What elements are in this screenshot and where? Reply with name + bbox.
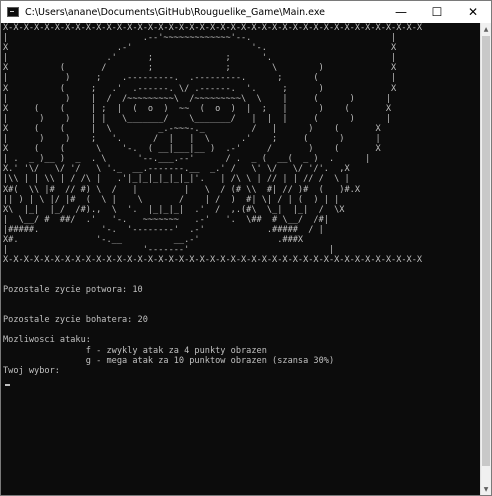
choice-prompt: Twoj wybor: (3, 365, 60, 376)
minimize-button[interactable]: — (383, 1, 419, 23)
monster-ascii-art: X-X-X-X-X-X-X-X-X-X-X-X-X-X-X-X-X-X-X-X-… (3, 23, 423, 266)
scroll-up-arrow-icon[interactable]: ▲ (481, 23, 491, 35)
monster-hp-text: Pozostale zycie potwora: 10 (3, 285, 143, 296)
attack-option-g: g - mega atak za 10 punktow obrazen (sza… (3, 355, 335, 366)
attack-option-f: f - zwykly atak za 4 punkty obrazen (3, 345, 267, 356)
console-output[interactable]: X-X-X-X-X-X-X-X-X-X-X-X-X-X-X-X-X-X-X-X-… (1, 23, 481, 495)
close-button[interactable]: ✕ (455, 1, 491, 23)
scrollbar-thumb[interactable] (482, 36, 490, 466)
text-cursor (5, 383, 10, 386)
attack-options-header: Mozliwosci ataku: (3, 335, 91, 346)
title-bar[interactable]: C:\Users\anane\Documents\GitHub\Rougueli… (1, 1, 491, 23)
hero-hp-text: Pozostale zycie bohatera: 20 (3, 315, 148, 326)
input-line[interactable] (1, 376, 481, 386)
window-title: C:\Users\anane\Documents\GitHub\Rougueli… (25, 6, 326, 18)
console-window: C:\Users\anane\Documents\GitHub\Rougueli… (0, 0, 492, 496)
maximize-button[interactable]: ☐ (419, 1, 455, 23)
scroll-down-arrow-icon[interactable]: ▼ (481, 483, 491, 495)
vertical-scrollbar[interactable]: ▲ ▼ (480, 23, 491, 495)
console-app-icon (7, 7, 19, 17)
